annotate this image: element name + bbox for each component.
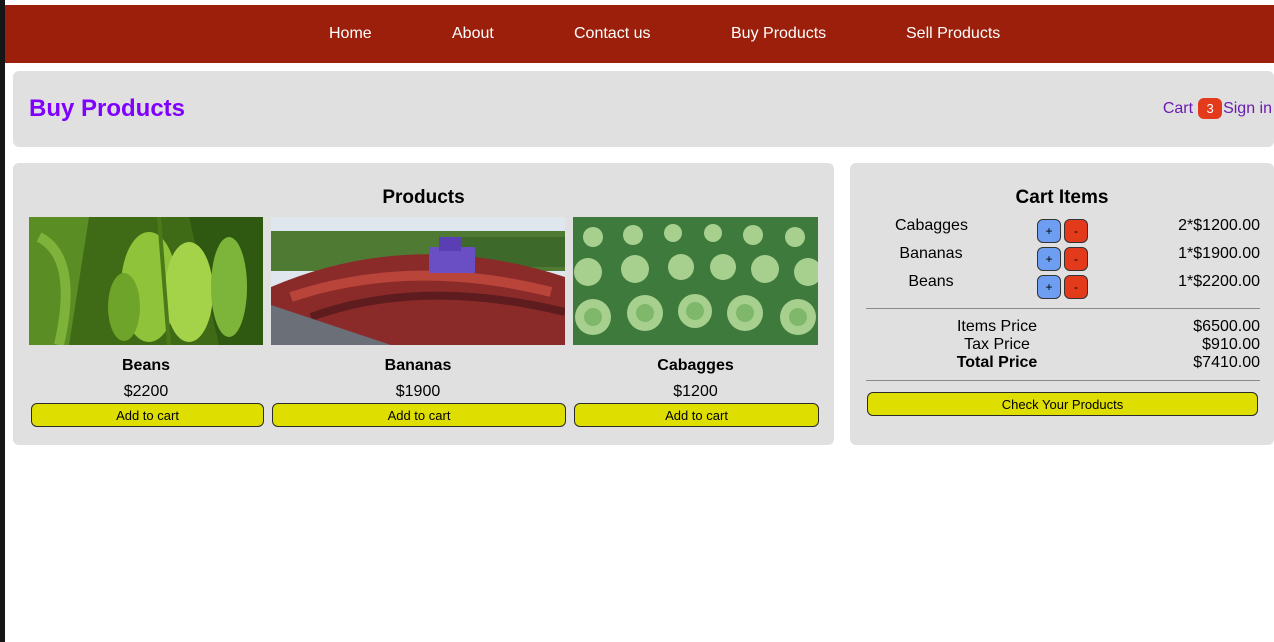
product-price: $2200 [123,383,169,400]
cabbage-field-photo [573,217,818,345]
top-navbar: Home About Contact us Buy Products Sell … [5,5,1274,63]
product-price: $1900 [395,383,441,400]
decrease-quantity-button[interactable]: - [1064,219,1088,243]
cart-row: Beans + - 1*$2200.00 [850,273,1274,301]
cart-item-price: 1*$2200.00 [1178,273,1260,290]
tax-price-value: $910.00 [1202,336,1260,353]
decrease-quantity-button[interactable]: - [1064,247,1088,271]
divider [866,380,1260,381]
check-products-button[interactable]: Check Your Products [867,392,1258,416]
tax-price-label: Tax Price [964,336,1030,353]
header-actions: Cart 3 Sign in [1163,98,1272,119]
nav-buy-products-link[interactable]: Buy Products [731,25,826,43]
cart-row: Bananas + - 1*$1900.00 [850,245,1274,273]
cart-item-price: 2*$1200.00 [1178,217,1260,234]
product-image [573,217,818,345]
cart-heading: Cart Items [1015,187,1109,208]
cart-panel: Cart Items Cabagges + - 2*$1200.00 Banan… [850,163,1274,445]
cart-row: Cabagges + - 2*$1200.00 [850,217,1274,245]
cart-item-name: Cabagges [895,217,968,234]
total-price-value: $7410.00 [1193,354,1260,371]
coffee-harvest-photo [271,217,565,345]
product-name: Beans [121,357,171,374]
add-to-cart-button[interactable]: Add to cart [272,403,566,427]
product-price: $1200 [673,383,718,400]
add-to-cart-button[interactable]: Add to cart [31,403,264,427]
increase-quantity-button[interactable]: + [1037,275,1061,299]
page-header: Buy Products Cart 3 Sign in [13,71,1274,147]
add-to-cart-button[interactable]: Add to cart [574,403,819,427]
increase-quantity-button[interactable]: + [1037,219,1061,243]
product-name: Cabagges [657,357,734,374]
nav-about-link[interactable]: About [452,25,494,43]
cart-item-name: Bananas [899,245,963,262]
nav-contact-link[interactable]: Contact us [574,25,650,43]
items-price-label: Items Price [956,318,1037,335]
product-image [271,217,565,345]
banana-plant-photo [29,217,263,345]
items-price-value: $6500.00 [1193,318,1260,335]
nav-sell-products-link[interactable]: Sell Products [906,25,1000,43]
cart-item-price: 1*$1900.00 [1178,245,1260,262]
sign-in-link[interactable]: Sign in [1223,100,1272,118]
window-left-edge [0,0,5,642]
products-panel: Products Beans $2200 Add to cart Bananas… [13,163,834,445]
divider [866,308,1260,309]
nav-home-link[interactable]: Home [329,25,372,43]
cart-count-badge: 3 [1198,98,1223,119]
page-title: Buy Products [29,95,186,122]
decrease-quantity-button[interactable]: - [1064,275,1088,299]
cart-item-name: Beans [908,273,954,290]
increase-quantity-button[interactable]: + [1037,247,1061,271]
product-name: Bananas [384,357,452,374]
products-heading: Products [382,187,465,208]
product-image [29,217,263,345]
cart-link[interactable]: Cart [1163,100,1193,118]
total-price-label: Total Price [956,354,1038,371]
